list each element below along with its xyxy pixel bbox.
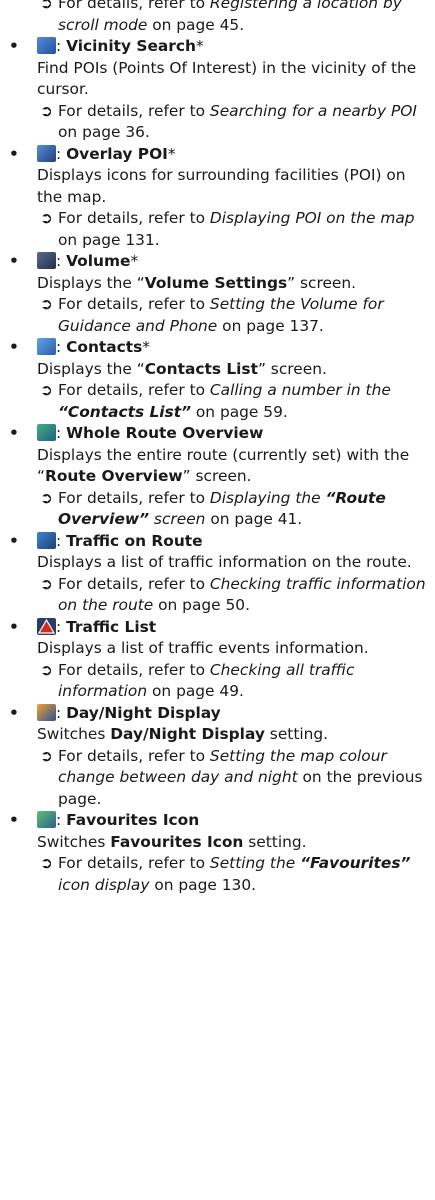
item-title: Vicinity Search: [66, 37, 196, 55]
list-item-volume: • : Volume* Displays the “Volume Setting…: [9, 251, 435, 337]
reference-note: ➲ For details, refer to Registering a lo…: [9, 0, 435, 36]
list-item-traffic-list: • : Traffic List Displays a list of traf…: [9, 617, 435, 703]
contacts-icon: [37, 338, 56, 355]
list-item-vicinity-search: • : Vicinity Search* Find POIs (Points O…: [9, 36, 435, 144]
arrow-icon: ➲: [40, 101, 53, 120]
bullet: •: [9, 37, 19, 55]
bullet: •: [9, 252, 19, 270]
list-item-whole-route-overview: • : Whole Route Overview Displays the en…: [9, 423, 435, 531]
arrow-icon: ➲: [40, 209, 53, 227]
reference-suffix: on page 45.: [147, 15, 245, 34]
item-description: Switches Favourites Icon setting.: [37, 832, 307, 851]
reference-note: ➲ For details, refer to Displaying the “…: [40, 488, 386, 529]
item-title: Contacts: [66, 338, 143, 356]
bullet: •: [9, 703, 19, 722]
bullet: •: [9, 617, 19, 636]
volume-icon: [37, 252, 56, 269]
item-description: Displays the “Volume Settings” screen.: [37, 273, 357, 292]
reference-note: ➲ For details, refer to Checking traffic…: [40, 574, 426, 615]
bullet: •: [9, 338, 19, 356]
reference-note: ➲ For details, refer to Searching for a …: [40, 101, 417, 142]
arrow-icon: ➲: [40, 574, 53, 593]
item-title: Traffic List: [66, 617, 157, 636]
reference-note: ➲ For details, refer to Setting the map …: [40, 746, 423, 808]
arrow-icon: ➲: [40, 660, 53, 679]
bullet: •: [9, 531, 19, 550]
reference-note: ➲ For details, refer to Setting the “Fav…: [40, 854, 411, 894]
item-description: Displays the “Contacts List” screen.: [37, 359, 327, 378]
arrow-icon: ➲: [40, 854, 53, 872]
traffic-route-icon: [37, 531, 56, 549]
arrow-icon: ➲: [40, 381, 53, 399]
item-title: Overlay POI: [66, 144, 168, 163]
binoculars-icon: [37, 37, 56, 54]
list-item-favourites-icon: • : Favourites Icon Switches Favourites …: [9, 810, 435, 896]
item-title: Whole Route Overview: [66, 424, 264, 442]
item-description: Displays a list of traffic events inform…: [37, 639, 369, 657]
reference-note: ➲ For details, refer to Checking all tra…: [40, 660, 355, 701]
traffic-warning-icon: [37, 617, 56, 635]
item-title: Volume: [66, 252, 131, 270]
list-item-traffic-on-route: • : Traffic on Route Displays a list of …: [9, 531, 435, 617]
item-title: Traffic on Route: [66, 531, 203, 550]
poi-icon: [37, 144, 56, 162]
day-night-icon: [37, 703, 56, 721]
bullet: •: [9, 811, 19, 829]
arrow-icon: ➲: [40, 0, 53, 12]
reference-link[interactable]: Searching for a nearby POI: [210, 102, 417, 120]
item-description: Displays the entire route (currently set…: [37, 445, 410, 486]
item-title: Favourites Icon: [66, 811, 200, 829]
list-item-overlay-poi: • : Overlay POI* Displays icons for surr…: [9, 144, 435, 252]
item-title: Day/Night Display: [66, 703, 221, 722]
item-description: Displays icons for surrounding facilitie…: [37, 166, 406, 206]
manual-page: ➲ For details, refer to Registering a lo…: [0, 0, 435, 1193]
arrow-icon: ➲: [40, 488, 53, 507]
reference-note: ➲ For details, refer to Calling a number…: [40, 381, 391, 421]
reference-note: ➲ For details, refer to Setting the Volu…: [40, 295, 384, 335]
route-overview-icon: [37, 424, 56, 441]
list-item-day-night-display: • : Day/Night Display Switches Day/Night…: [9, 703, 435, 811]
reference-link[interactable]: Displaying POI on the map: [210, 209, 415, 227]
arrow-icon: ➲: [40, 295, 53, 313]
item-description: Displays a list of traffic information o…: [37, 553, 412, 571]
favourites-icon: [37, 811, 56, 828]
list-item-contacts: • : Contacts* Displays the “Contacts Lis…: [9, 337, 435, 423]
bullet: •: [9, 144, 19, 163]
arrow-icon: ➲: [40, 746, 53, 765]
bullet: •: [9, 424, 19, 442]
reference-note: ➲ For details, refer to Displaying POI o…: [40, 209, 415, 249]
item-description: Find POIs (Points Of Interest) in the vi…: [37, 58, 417, 99]
item-description: Switches Day/Night Display setting.: [37, 725, 329, 743]
reference-prefix: For details, refer to: [58, 0, 210, 12]
